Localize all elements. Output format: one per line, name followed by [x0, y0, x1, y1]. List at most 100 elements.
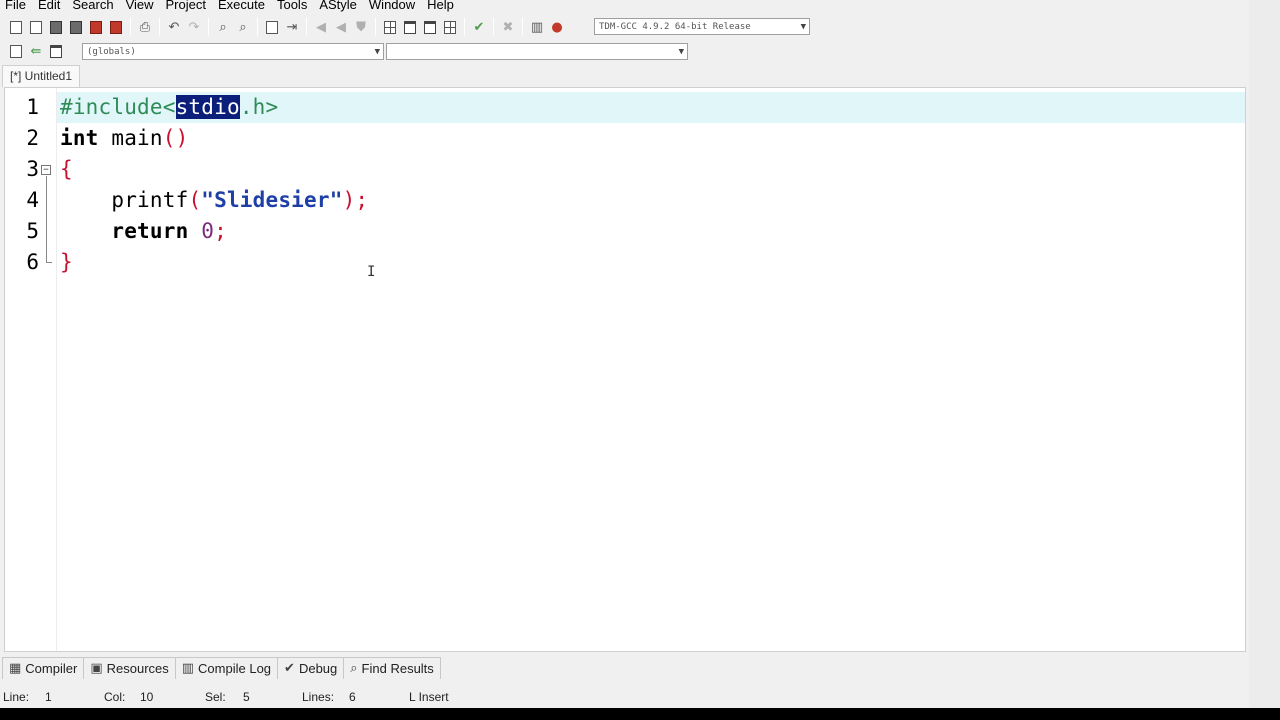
toolbar-separator: [493, 18, 494, 36]
tab-resources[interactable]: ▣ Resources: [83, 657, 176, 679]
bookmark-icon: [50, 44, 62, 58]
shield-icon: ⛊: [356, 19, 366, 35]
check-syntax-button[interactable]: ✔: [469, 17, 489, 37]
debug-run-button[interactable]: ●: [547, 17, 567, 37]
menu-file[interactable]: File: [0, 0, 32, 14]
insert-button[interactable]: [6, 41, 26, 61]
secondary-toolbar: ⇚: [6, 41, 66, 61]
undo-button[interactable]: ↶: [164, 17, 184, 37]
indent-button[interactable]: ⇥: [282, 17, 302, 37]
menu-execute[interactable]: Execute: [212, 0, 271, 14]
replace-button[interactable]: ⌕: [233, 17, 253, 37]
status-line-value: 1: [45, 690, 52, 704]
print-button[interactable]: ⎙: [135, 17, 155, 37]
back-button[interactable]: ◀: [311, 17, 331, 37]
open-button[interactable]: [26, 17, 46, 37]
chevron-down-icon: ▼: [374, 46, 380, 57]
find-results-icon: ⌕: [350, 661, 358, 676]
find-button[interactable]: ⌕: [213, 17, 233, 37]
new-file-button[interactable]: [6, 17, 26, 37]
close-button[interactable]: [86, 17, 106, 37]
menu-bar: File Edit Search View Project Execute To…: [0, 0, 1249, 14]
member-select[interactable]: ▼: [386, 43, 688, 60]
line-number: 5: [26, 219, 39, 243]
compiler-select[interactable]: TDM-GCC 4.9.2 64-bit Release ▼: [594, 18, 810, 35]
preprocessor-token: .h>: [239, 95, 279, 119]
chevron-down-icon: ▼: [678, 46, 684, 57]
line-number: 3: [26, 157, 39, 181]
tab-debug[interactable]: ✔ Debug: [277, 657, 345, 679]
save-all-button[interactable]: [66, 17, 86, 37]
debug-icon: ✔: [284, 661, 295, 676]
string-token: "Slidesier": [201, 188, 343, 212]
punctuation-token: );: [342, 188, 369, 212]
fold-guide: [46, 176, 47, 262]
stop-button[interactable]: ✖: [498, 17, 518, 37]
menu-project[interactable]: Project: [160, 0, 212, 14]
profile-button[interactable]: ▥: [527, 17, 547, 37]
compiler-icon: ▦: [9, 661, 22, 676]
redo-icon: ↷: [188, 19, 200, 35]
new-project-button[interactable]: [380, 17, 400, 37]
code-line-1: #include<stdio.h>: [60, 92, 278, 123]
print-icon: ⎙: [139, 19, 151, 35]
bookmark-button[interactable]: ⛊: [351, 17, 371, 37]
tab-compile-log[interactable]: ▥ Compile Log: [174, 657, 279, 679]
code-line-5: return 0;: [60, 216, 227, 247]
menu-edit[interactable]: Edit: [32, 0, 66, 14]
redo-button[interactable]: ↷: [184, 17, 204, 37]
close-file-icon: [90, 20, 102, 34]
insert-icon: [10, 44, 22, 58]
save-icon: [50, 20, 62, 34]
status-col-value: 10: [140, 690, 154, 704]
line-number: 6: [26, 250, 39, 274]
resources-icon: ▣: [90, 661, 103, 676]
code-line-4: printf("Slidesier");: [60, 185, 368, 216]
scope-select[interactable]: (globals) ▼: [82, 43, 384, 60]
class-browser-button[interactable]: [420, 17, 440, 37]
scope-select-value: (globals): [87, 46, 136, 57]
goto-bookmark-button[interactable]: [46, 41, 66, 61]
goto-button[interactable]: [262, 17, 282, 37]
punctuation-token: (: [188, 188, 202, 212]
menu-view[interactable]: View: [120, 0, 160, 14]
tab-label: Find Results: [361, 661, 434, 676]
line-number: 2: [26, 126, 39, 150]
toolbar-separator: [208, 18, 209, 36]
toolbar-separator: [522, 18, 523, 36]
toggle-bookmark-button[interactable]: ⇚: [26, 41, 46, 61]
main-toolbar: ⎙ ↶ ↷ ⌕ ⌕ ⇥ ◀ ◀ ⛊ ✔ ✖ ▥ ●: [6, 17, 567, 37]
toolbar-separator: [306, 18, 307, 36]
window-edge: [1249, 0, 1280, 708]
forward-button[interactable]: ◀: [331, 17, 351, 37]
save-button[interactable]: [46, 17, 66, 37]
tab-find-results[interactable]: ⌕ Find Results: [343, 657, 441, 679]
undo-icon: ↶: [168, 19, 180, 35]
close-all-button[interactable]: [106, 17, 126, 37]
code-editor[interactable]: 1 2 3 4 5 6 − #include<stdio.h> int main…: [4, 87, 1246, 652]
keyword-token: return: [111, 219, 189, 243]
menu-tools[interactable]: Tools: [271, 0, 313, 14]
menu-search[interactable]: Search: [66, 0, 119, 14]
window-icon: [404, 20, 416, 34]
tab-label: Compile Log: [198, 661, 272, 676]
fold-toggle-icon[interactable]: −: [41, 165, 51, 175]
status-lines-label: Lines:: [302, 690, 335, 704]
tab-untitled1[interactable]: [*] Untitled1: [2, 65, 81, 87]
window-button[interactable]: [400, 17, 420, 37]
grid-icon: [384, 20, 396, 34]
indent-icon: ⇥: [286, 19, 298, 35]
toolbar-separator: [159, 18, 160, 36]
menu-astyle[interactable]: AStyle: [313, 0, 363, 14]
save-all-icon: [70, 20, 82, 34]
preprocessor-token: #include<: [60, 95, 176, 119]
menu-window[interactable]: Window: [363, 0, 421, 14]
devcpp-window: File Edit Search View Project Execute To…: [0, 0, 1249, 708]
options-button[interactable]: [440, 17, 460, 37]
arrow-left-icon: ◀: [316, 19, 326, 35]
check-icon: ✔: [473, 19, 485, 35]
tab-compiler[interactable]: ▦ Compiler: [2, 657, 85, 679]
menu-help[interactable]: Help: [421, 0, 460, 14]
bookmark-arrow-icon: ⇚: [30, 43, 42, 59]
